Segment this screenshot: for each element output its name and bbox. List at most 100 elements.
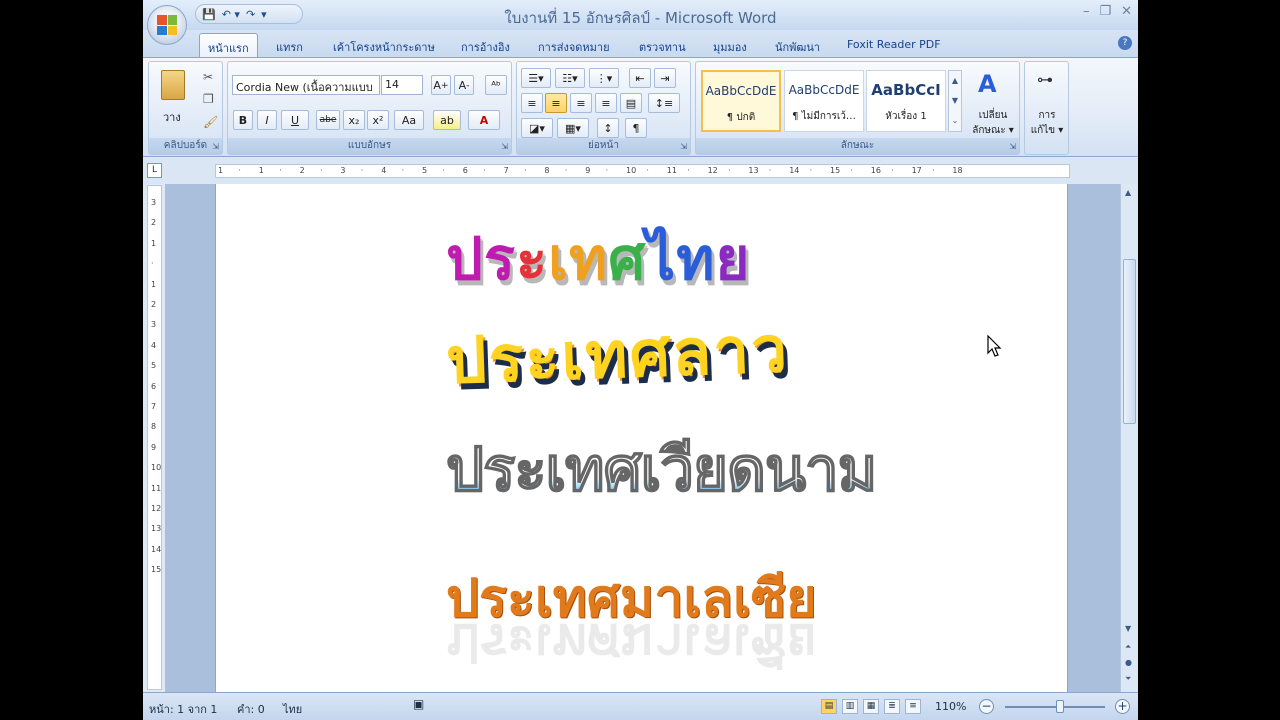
ruler-mark: 16 bbox=[870, 166, 881, 175]
align-center-icon[interactable]: ≡ bbox=[545, 93, 567, 113]
align-left-icon[interactable]: ≡ bbox=[521, 93, 543, 113]
full-screen-reading-icon[interactable]: ▥ bbox=[842, 699, 858, 714]
print-layout-icon[interactable]: ▤ bbox=[821, 699, 837, 714]
zoom-slider-thumb[interactable] bbox=[1056, 700, 1064, 713]
zoom-level[interactable]: 110% bbox=[935, 700, 966, 713]
superscript-button[interactable]: x² bbox=[367, 110, 389, 130]
next-page-icon[interactable]: ⏷ bbox=[1125, 674, 1131, 684]
tab-home[interactable]: หน้าแรก bbox=[199, 33, 258, 59]
draft-icon[interactable]: ≡ bbox=[905, 699, 921, 714]
align-right-icon[interactable]: ≡ bbox=[570, 93, 592, 113]
highlight-icon[interactable]: ab bbox=[433, 110, 461, 130]
styles-dialog-launcher-icon[interactable]: ⇲ bbox=[1009, 142, 1016, 151]
multilevel-list-icon[interactable]: ⋮▾ bbox=[589, 68, 619, 88]
tab-foxit[interactable]: Foxit Reader PDF bbox=[847, 38, 941, 51]
ruler-mark: · bbox=[687, 166, 690, 175]
subscript-button[interactable]: x₂ bbox=[343, 110, 365, 130]
font-dialog-launcher-icon[interactable]: ⇲ bbox=[501, 142, 508, 151]
vertical-ruler[interactable]: 3 2 1 · 1 2 3 4 5 6 7 8 9 10 11 12 13 14 15 bbox=[147, 185, 162, 690]
browse-object-icon[interactable]: ● bbox=[1125, 658, 1132, 667]
style-heading-1[interactable]: AaBbCcI หัวเรื่อง 1 bbox=[866, 70, 946, 132]
prev-page-icon[interactable]: ⏶ bbox=[1125, 642, 1131, 652]
tab-review[interactable]: ตรวจทาน bbox=[639, 38, 686, 56]
tab-developer[interactable]: นักพัฒนา bbox=[775, 38, 820, 56]
macro-record-icon[interactable]: ▣ bbox=[413, 697, 424, 711]
document-page[interactable]: ประเทศไทย ประเทศลาว ประเทศเวียดนาม ประเท… bbox=[215, 184, 1068, 692]
font-color-icon[interactable]: A bbox=[468, 110, 500, 130]
office-button[interactable] bbox=[147, 5, 187, 45]
style-name: ¶ ปกติ bbox=[726, 112, 756, 123]
paste-button-label[interactable]: วาง bbox=[163, 108, 181, 126]
styles-scroll-icon[interactable]: ▲ ▼ ⌄ bbox=[948, 70, 962, 132]
help-icon[interactable]: ? bbox=[1118, 36, 1132, 50]
editing-button[interactable]: การ แก้ไข ▾ bbox=[1025, 108, 1069, 138]
style-normal[interactable]: AaBbCcDdE ¶ ปกติ bbox=[701, 70, 781, 132]
tab-view[interactable]: มุมมอง bbox=[713, 38, 747, 56]
style-no-spacing[interactable]: AaBbCcDdE ¶ ไม่มีการเว้… bbox=[784, 70, 864, 132]
bullets-icon[interactable]: ☰▾ bbox=[521, 68, 551, 88]
zoom-out-icon[interactable]: − bbox=[979, 699, 994, 714]
decrease-indent-icon[interactable]: ⇤ bbox=[629, 68, 651, 88]
ruler-mark: 5 bbox=[151, 361, 157, 371]
change-case-button[interactable]: Aa bbox=[394, 110, 424, 130]
close-icon[interactable]: ✕ bbox=[1121, 4, 1132, 19]
scroll-thumb[interactable] bbox=[1123, 259, 1136, 424]
grow-font-icon[interactable]: A + bbox=[431, 75, 451, 95]
tab-page-layout[interactable]: เค้าโครงหน้ากระดาษ bbox=[333, 38, 435, 56]
tab-selector-icon[interactable]: L bbox=[147, 163, 162, 178]
font-size-field[interactable]: 14 bbox=[381, 75, 423, 95]
justify-icon[interactable]: ≡ bbox=[595, 93, 617, 113]
bold-button[interactable]: B bbox=[233, 110, 253, 130]
scroll-up-icon[interactable]: ▲ bbox=[1125, 188, 1131, 197]
shrink-font-icon[interactable]: A- bbox=[454, 75, 474, 95]
tab-mailings[interactable]: การส่งจดหมาย bbox=[538, 38, 610, 56]
sort-icon[interactable]: ↕ bbox=[597, 118, 619, 138]
shading-icon[interactable]: ◪▾ bbox=[521, 118, 553, 138]
distributed-icon[interactable]: ▤ bbox=[620, 93, 642, 113]
ruler-mark: 13 bbox=[748, 166, 759, 175]
page-count[interactable]: หน้า: 1 จาก 1 bbox=[149, 700, 217, 718]
cut-icon[interactable]: ✂ bbox=[203, 70, 213, 84]
zoom-slider[interactable] bbox=[1005, 706, 1105, 708]
language-indicator[interactable]: ไทย bbox=[283, 700, 302, 718]
mouse-pointer-icon bbox=[987, 335, 1002, 357]
paragraph-dialog-launcher-icon[interactable]: ⇲ bbox=[680, 142, 687, 151]
maximize-icon[interactable]: ❐ bbox=[1099, 4, 1111, 19]
line-spacing-icon[interactable]: ↕≡ bbox=[648, 93, 680, 113]
ruler-mark: · bbox=[151, 259, 154, 269]
format-painter-icon[interactable]: 🖌 bbox=[203, 115, 218, 129]
paste-icon[interactable] bbox=[161, 70, 185, 100]
word-count[interactable]: คำ: 0 bbox=[237, 700, 265, 718]
zoom-in-icon[interactable]: + bbox=[1115, 699, 1130, 714]
ruler-mark: 3 bbox=[151, 198, 157, 207]
clear-formatting-icon[interactable]: ᴬᵇ bbox=[485, 75, 507, 95]
ruler-mark: 9 bbox=[585, 166, 591, 175]
wordart-letter: เ bbox=[548, 225, 569, 293]
change-styles-icon[interactable]: A bbox=[978, 70, 997, 98]
italic-button[interactable]: I bbox=[257, 110, 277, 130]
horizontal-ruler[interactable]: 1 · 1 · 2 · 3 · 4 · 5 · 6 · 7 · 8 · 9 · 10 · 11 · 12 · 13 · 14 · 15 · 16… bbox=[215, 164, 1070, 178]
scroll-down-icon[interactable]: ▼ bbox=[1125, 624, 1131, 633]
ruler-mark: · bbox=[238, 166, 241, 175]
borders-icon[interactable]: ▦▾ bbox=[557, 118, 589, 138]
minimize-icon[interactable]: – bbox=[1083, 4, 1090, 19]
copy-icon[interactable]: ❐ bbox=[203, 92, 214, 106]
change-styles-button[interactable]: เปลี่ยน ลักษณะ ▾ bbox=[966, 108, 1020, 138]
vertical-scrollbar[interactable]: ▲ ▼ ⏶ ● ⏷ bbox=[1120, 184, 1138, 692]
web-layout-icon[interactable]: ▦ bbox=[863, 699, 879, 714]
wordart-thailand[interactable]: ประเทศไทย bbox=[446, 212, 750, 305]
font-name-field[interactable]: Cordia New (เนื้อความแบบ bbox=[232, 75, 380, 95]
ruler-mark: · bbox=[279, 166, 282, 175]
wordart-laos[interactable]: ประเทศลาว bbox=[444, 298, 791, 412]
wordart-vietnam[interactable]: ประเทศเวียดนาม bbox=[445, 422, 878, 517]
outline-icon[interactable]: ≣ bbox=[884, 699, 900, 714]
increase-indent-icon[interactable]: ⇥ bbox=[654, 68, 676, 88]
numbering-icon[interactable]: ☷▾ bbox=[555, 68, 585, 88]
tab-insert[interactable]: แทรก bbox=[276, 38, 303, 56]
dialog-launcher-icon[interactable]: ⇲ bbox=[212, 142, 219, 151]
group-clipboard: วาง ✂ ❐ 🖌 คลิปบอร์ด ⇲ bbox=[148, 61, 223, 155]
tab-references[interactable]: การอ้างอิง bbox=[461, 38, 510, 56]
underline-button[interactable]: U bbox=[281, 110, 309, 130]
show-marks-icon[interactable]: ¶ bbox=[625, 118, 647, 138]
strikethrough-button[interactable]: abe bbox=[316, 110, 340, 130]
